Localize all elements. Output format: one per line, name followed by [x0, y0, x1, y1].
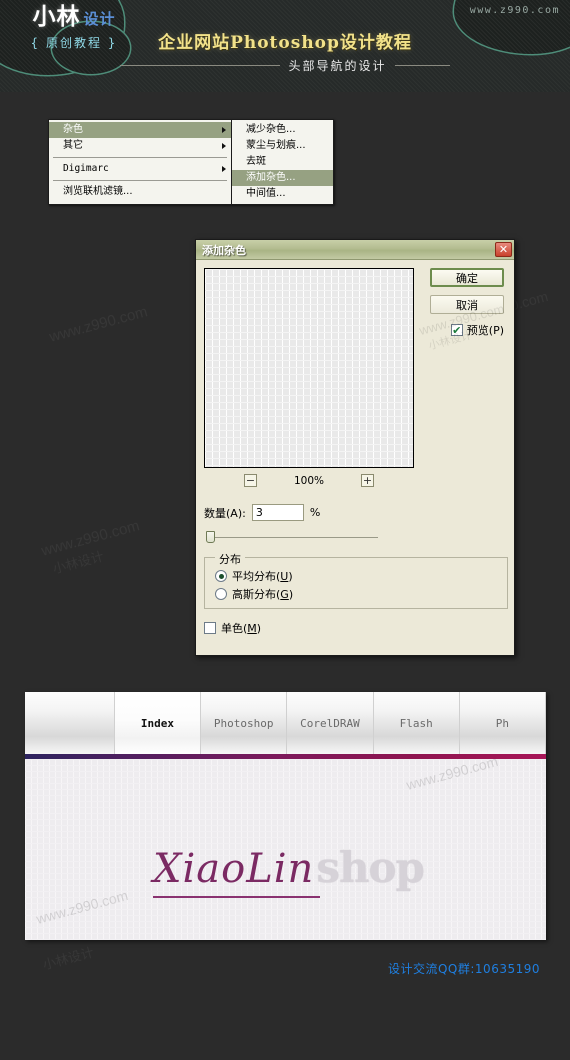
preview-checkbox-icon[interactable]: ✔ [450, 324, 463, 336]
filter-menu-column-submenu[interactable]: 减少杂色... 蒙尘与划痕... 去斑 添加杂色... 中间值... [232, 119, 334, 205]
menu-item-label: 中间值... [246, 188, 286, 199]
nav-cell-logo-spacer [25, 692, 115, 754]
footer-qq-group: 设计交流QQ群:10635190 [387, 962, 540, 976]
amount-field-row: 数量(A): 3 % [204, 504, 320, 521]
menu-separator [53, 180, 227, 181]
zoom-in-button[interactable]: + [361, 474, 374, 487]
radio-uniform-label: 平均分布(U) [232, 568, 293, 584]
slider-track [210, 537, 378, 538]
nav-tab-ph-truncated[interactable]: Ph [460, 692, 546, 754]
distribution-group-label: 分布 [215, 551, 245, 567]
radio-label-suffix: ) [288, 570, 293, 583]
subtitle-rule-right [394, 65, 450, 66]
logo-line-primary: 小林 设计 [14, 6, 134, 29]
menu-item-dust-and-scratches[interactable]: 蒙尘与划痕... [232, 138, 333, 154]
tutorial-page: 小林 设计 { 原创教程 } www.z990.com 企业网站Photoshop… [0, 0, 570, 1060]
logo-tagline: { 原创教程 } [30, 36, 118, 50]
menu-item-median[interactable]: 中间值... [232, 186, 333, 202]
monochromatic-label-suffix: ) [256, 622, 262, 635]
menu-item-digimarc[interactable]: Digimarc [49, 161, 231, 177]
subtitle-rule-left [120, 65, 281, 66]
menu-item-reduce-noise[interactable]: 减少杂色... [232, 122, 333, 138]
zoom-out-button[interactable]: − [244, 474, 257, 487]
radio-gaussian-icon[interactable] [215, 588, 227, 600]
menu-item-other[interactable]: 其它 [49, 138, 231, 154]
nav-tab-photoshop[interactable]: Photoshop [201, 692, 288, 754]
amount-label: 数量(A): [204, 506, 246, 520]
nav-tab-coreldraw[interactable]: CorelDRAW [287, 692, 374, 754]
menu-item-label: Digimarc [63, 163, 109, 174]
preview-checkbox-label: 预览(P) [466, 324, 504, 337]
radio-uniform-icon[interactable] [215, 570, 227, 582]
radio-gaussian[interactable]: 高斯分布(G) [215, 586, 293, 602]
background-watermark-site-2: www.z990.com [39, 517, 142, 560]
menu-item-label: 浏览联机滤镜... [63, 186, 133, 197]
distribution-group: 分布 平均分布(U) 高斯分布(G) [204, 551, 508, 609]
close-icon[interactable]: ✕ [495, 242, 512, 257]
amount-unit-label: % [309, 506, 321, 519]
monochromatic-checkbox-icon[interactable]: ✔ [204, 622, 216, 634]
cancel-button[interactable]: 取消 [430, 295, 504, 314]
menu-item-label: 去斑 [246, 156, 266, 167]
page-subtitle-row: 头部导航的设计 [0, 57, 570, 74]
brand-script-text: XiaoLin [153, 846, 321, 898]
menu-item-label: 减少杂色... [246, 124, 296, 135]
radio-label-prefix: 平均分布( [232, 570, 281, 583]
zoom-level-label: 100% [293, 474, 325, 487]
menu-item-despeckle[interactable]: 去斑 [232, 154, 333, 170]
menu-item-label: 其它 [63, 140, 83, 151]
radio-dot [218, 573, 224, 579]
page-subtitle: 头部导航的设计 [288, 59, 387, 73]
radio-uniform[interactable]: 平均分布(U) [215, 568, 293, 584]
web-watermark-site-2: www.z990.com [404, 753, 500, 793]
menu-item-label: 添加杂色... [246, 172, 296, 183]
site-nav: Index Photoshop CorelDRAW Flash Ph [25, 692, 546, 754]
monochromatic-accesskey: M [247, 622, 257, 635]
radio-label-prefix: 高斯分布( [232, 588, 281, 601]
radio-gaussian-label: 高斯分布(G) [232, 586, 293, 602]
logo-main-text: 小林 [32, 4, 81, 30]
ok-button[interactable]: 确定 [430, 268, 504, 287]
nav-tab-index[interactable]: Index [114, 692, 202, 754]
menu-item-add-noise[interactable]: 添加杂色... [232, 170, 333, 186]
menu-separator [53, 157, 227, 158]
dialog-body: − 100% + 数量(A): 3 % 分布 平均分布(U) 高斯分布(G) 单… [196, 260, 514, 656]
page-banner: 小林 设计 { 原创教程 } www.z990.com 企业网站Photoshop… [0, 0, 570, 92]
banner-watermark: www.z990.com [469, 5, 560, 16]
monochromatic-checkbox-row[interactable]: ✔ 单色(M) [204, 620, 261, 636]
site-brand: XiaoLin shop [153, 843, 425, 898]
add-noise-dialog: 添加杂色 ✕ − 100% + 数量(A): 3 % 分布 平均分布(U) 高斯… [195, 239, 515, 656]
site-logo: 小林 设计 { 原创教程 } [14, 6, 134, 51]
filter-menu-column-primary[interactable]: 杂色 其它 Digimarc 浏览联机滤镜... [48, 119, 232, 205]
background-watermark-author: 小林设计 [51, 548, 106, 577]
preview-checkbox-row[interactable]: ✔ 预览(P) [450, 322, 504, 338]
logo-sub-text: 设计 [83, 10, 116, 28]
monochromatic-label: 单色(M) [221, 620, 261, 636]
web-watermark-site: www.z990.com [34, 887, 130, 927]
preview-zoom-controls: − 100% + [244, 474, 374, 487]
filter-menu[interactable]: 杂色 其它 Digimarc 浏览联机滤镜... 减少杂色... 蒙尘与划痕..… [48, 119, 334, 205]
web-content-area: XiaoLin shop www.z990.com www.z990.com [25, 753, 546, 940]
menu-item-noise[interactable]: 杂色 [49, 122, 231, 138]
nav-tab-flash[interactable]: Flash [374, 692, 460, 754]
menu-item-label: 杂色 [63, 124, 83, 135]
background-watermark-site: www.z990.com [47, 303, 150, 346]
brand-bold-text: shop [316, 843, 425, 892]
chevron-right-icon [222, 143, 226, 149]
footer-watermark-author: 小林设计 [41, 944, 96, 973]
radio-label-suffix: ) [288, 588, 294, 601]
noise-preview-canvas[interactable] [204, 268, 414, 468]
dialog-title: 添加杂色 [202, 243, 246, 257]
chevron-right-icon [222, 127, 226, 133]
radio-accesskey: G [280, 588, 289, 601]
web-page-preview: Index Photoshop CorelDRAW Flash Ph XiaoL… [25, 692, 546, 940]
menu-item-browse-online-filters[interactable]: 浏览联机滤镜... [49, 184, 231, 200]
chevron-right-icon [222, 166, 226, 172]
monochromatic-label-prefix: 单色( [221, 622, 248, 635]
menu-item-label: 蒙尘与划痕... [246, 140, 306, 151]
amount-slider[interactable] [206, 530, 378, 544]
dialog-titlebar[interactable]: 添加杂色 ✕ [196, 240, 514, 260]
amount-input[interactable]: 3 [251, 504, 304, 521]
slider-thumb[interactable] [206, 531, 215, 543]
